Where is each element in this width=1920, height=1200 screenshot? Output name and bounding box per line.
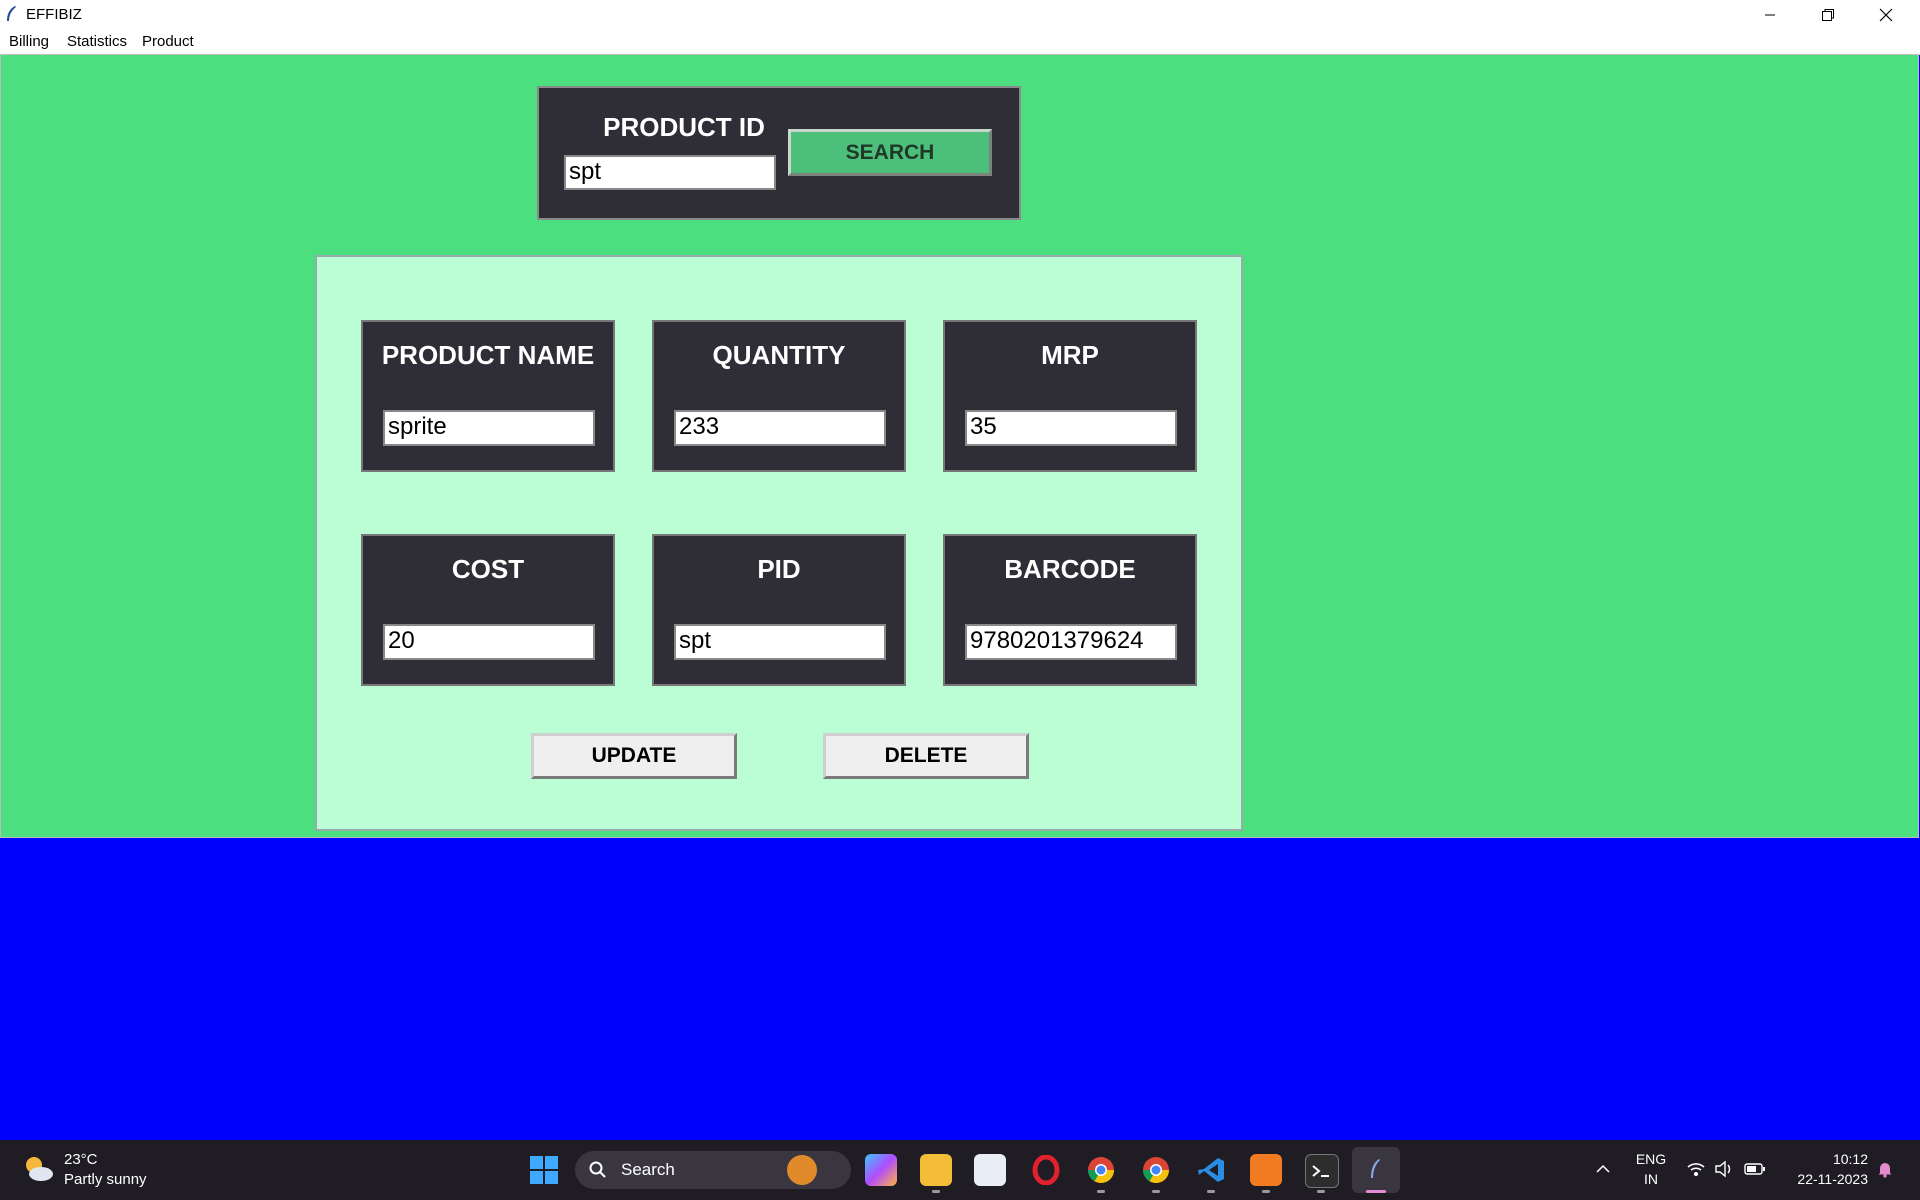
quantity-label: QUANTITY xyxy=(712,340,846,370)
taskbar-search[interactable]: Search xyxy=(575,1151,851,1189)
window-title: EFFIBIZ xyxy=(26,6,82,23)
chrome-indicator xyxy=(1097,1190,1105,1193)
chevron-up-icon[interactable] xyxy=(1594,1160,1612,1178)
cost-label: COST xyxy=(451,554,525,584)
product-name-label: PRODUCT NAME xyxy=(381,340,595,370)
mrp-label: MRP xyxy=(1041,340,1099,370)
taskbar xyxy=(0,1140,1920,1200)
feather-icon xyxy=(1371,1159,1380,1178)
language-top[interactable]: ENG xyxy=(1634,1151,1668,1167)
mrp-input[interactable]: 35 xyxy=(965,410,1177,446)
chrome-icon[interactable] xyxy=(1085,1154,1117,1186)
notification-bell-icon[interactable] xyxy=(1876,1160,1894,1178)
close-button[interactable] xyxy=(1857,0,1915,29)
vscode-indicator xyxy=(1207,1190,1215,1193)
language-bottom[interactable]: IN xyxy=(1634,1171,1668,1187)
menu-billing[interactable]: Billing xyxy=(9,33,49,50)
active-app-indicator xyxy=(1366,1190,1386,1193)
python-app-taskbar-button[interactable] xyxy=(1352,1147,1400,1193)
clock-date[interactable]: 22-11-2023 xyxy=(1778,1171,1868,1187)
search-label: Search xyxy=(621,1160,675,1179)
search-icon xyxy=(589,1161,606,1178)
copilot-icon[interactable] xyxy=(865,1154,897,1186)
quantity-box: QUANTITY 233 xyxy=(652,320,906,472)
file-explorer-indicator xyxy=(932,1190,940,1193)
clock-time[interactable]: 10:12 xyxy=(1778,1151,1868,1167)
battery-icon[interactable] xyxy=(1744,1162,1766,1176)
volume-icon[interactable] xyxy=(1714,1160,1734,1178)
restore-icon xyxy=(1822,8,1834,21)
start-button[interactable] xyxy=(528,1154,560,1186)
weather-description: Partly sunny xyxy=(64,1171,147,1188)
weather-icon[interactable] xyxy=(20,1151,56,1187)
wifi-icon[interactable] xyxy=(1686,1160,1706,1178)
restore-button[interactable] xyxy=(1799,0,1857,29)
minimize-button[interactable] xyxy=(1741,0,1799,29)
feather-app-icon xyxy=(7,6,16,21)
minimize-icon xyxy=(1765,14,1775,15)
close-icon xyxy=(1879,8,1893,21)
search-button[interactable]: SEARCH xyxy=(788,129,992,176)
opera-icon[interactable] xyxy=(1030,1154,1062,1186)
xampp-indicator xyxy=(1262,1190,1270,1193)
xampp-icon[interactable] xyxy=(1250,1154,1282,1186)
microsoft-store-icon[interactable] xyxy=(974,1154,1006,1186)
product-id-label: PRODUCT ID xyxy=(603,112,765,142)
chrome-profile-icon[interactable] xyxy=(1140,1154,1172,1186)
pid-label: PID xyxy=(757,554,801,584)
cost-box: COST 20 xyxy=(361,534,615,686)
menu-product[interactable]: Product xyxy=(142,33,194,50)
chrome-profile-indicator xyxy=(1152,1190,1160,1193)
search-highlight-icon xyxy=(787,1155,817,1185)
title-bar: EFFIBIZ xyxy=(0,0,1920,29)
terminal-indicator xyxy=(1317,1190,1325,1193)
pid-box: PID spt xyxy=(652,534,906,686)
product-id-input[interactable]: spt xyxy=(564,155,776,190)
quantity-input[interactable]: 233 xyxy=(674,410,886,446)
windows-icon xyxy=(530,1156,558,1184)
product-name-box: PRODUCT NAME sprite xyxy=(361,320,615,472)
menu-statistics[interactable]: Statistics xyxy=(67,33,127,50)
menu-bar: Billing Statistics Product xyxy=(0,29,1920,55)
weather-temp: 23°C xyxy=(64,1151,98,1168)
delete-button[interactable]: DELETE xyxy=(823,733,1029,779)
update-button[interactable]: UPDATE xyxy=(531,733,737,779)
vscode-icon[interactable] xyxy=(1195,1154,1227,1186)
product-name-input[interactable]: sprite xyxy=(383,410,595,446)
cost-input[interactable]: 20 xyxy=(383,624,595,660)
terminal-icon[interactable] xyxy=(1305,1154,1339,1188)
barcode-box: BARCODE 9780201379624 xyxy=(943,534,1197,686)
pid-input[interactable]: spt xyxy=(674,624,886,660)
barcode-input[interactable]: 9780201379624 xyxy=(965,624,1177,660)
mrp-box: MRP 35 xyxy=(943,320,1197,472)
barcode-label: BARCODE xyxy=(1004,554,1136,584)
file-explorer-icon[interactable] xyxy=(920,1154,952,1186)
